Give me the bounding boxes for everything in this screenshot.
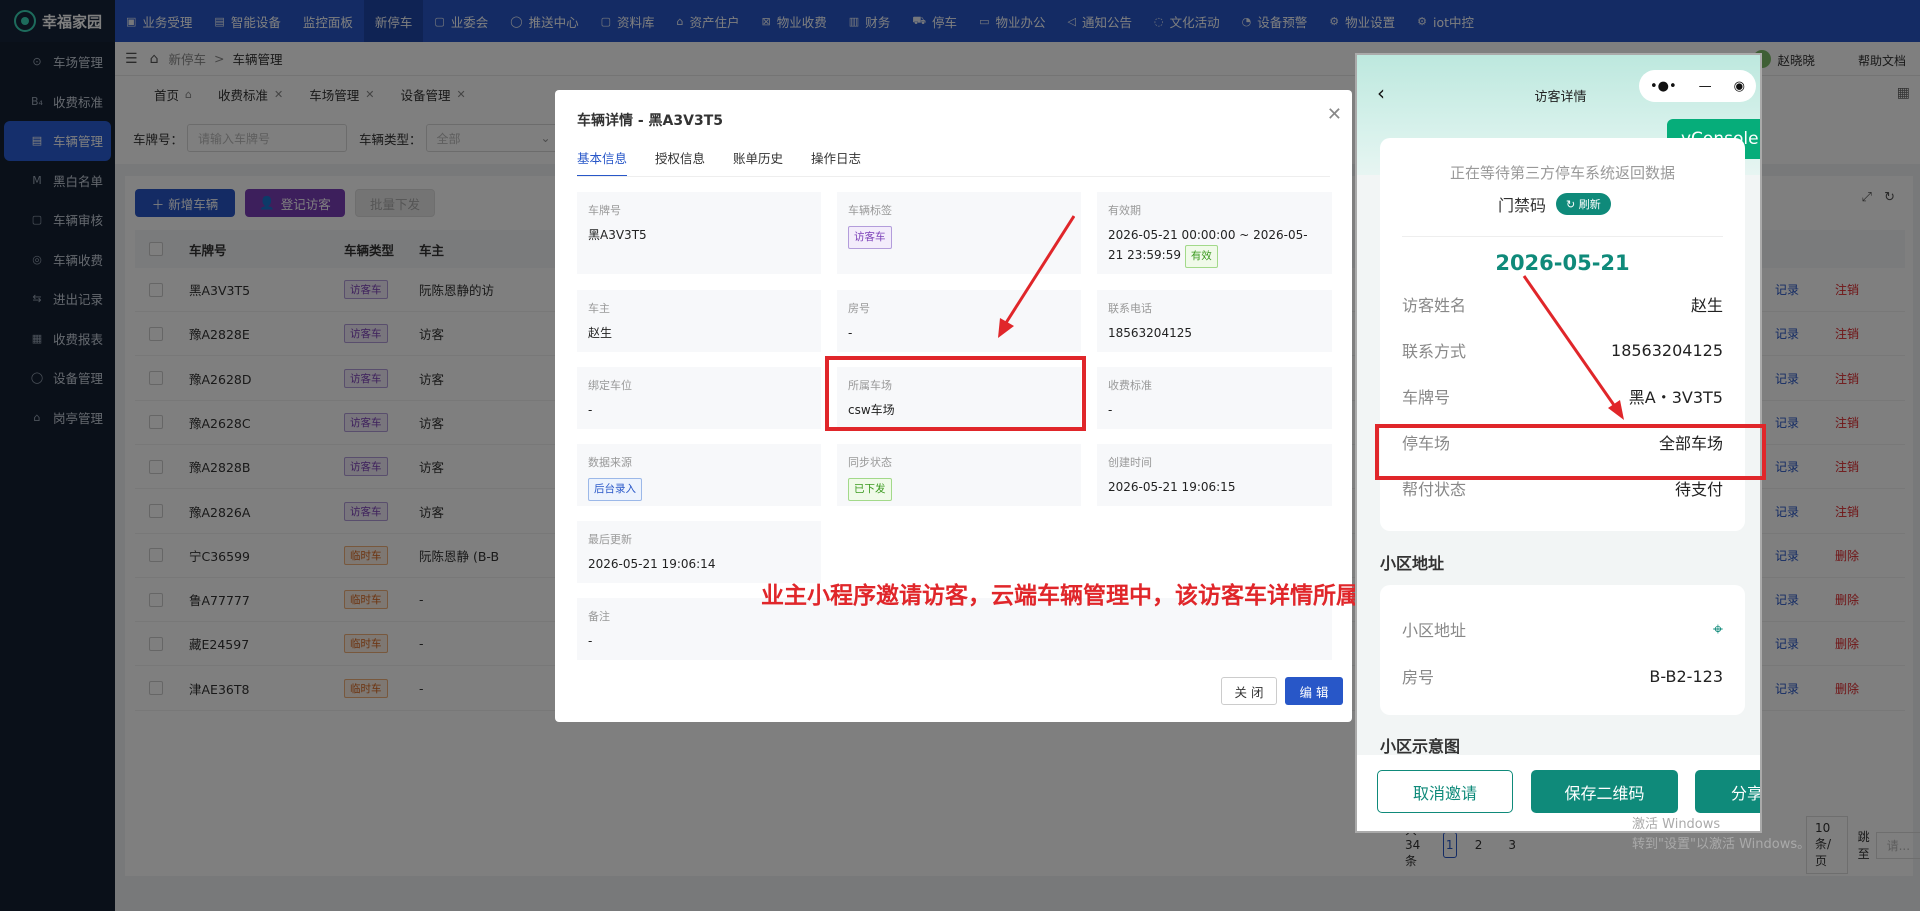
field-value: 2026-05-21 19:06:15 bbox=[1108, 480, 1236, 494]
modal-tab-0[interactable]: 基本信息 bbox=[577, 148, 628, 177]
field-value: 18563204125 bbox=[1108, 326, 1192, 340]
field-label: 绑定车位 bbox=[588, 379, 632, 392]
section-map-title: 小区示意图 bbox=[1380, 737, 1461, 756]
modal-title: 车辆详情 - 黑A3V3T5 bbox=[577, 113, 724, 129]
field-updated: 最后更新 2026-05-21 19:06:14 bbox=[577, 521, 821, 583]
field-label: 同步状态 bbox=[848, 456, 892, 469]
field-label: 数据来源 bbox=[588, 456, 632, 469]
field-label: 车主 bbox=[588, 302, 610, 315]
field-value: - bbox=[588, 403, 593, 417]
field-valid: 有效期 2026-05-21 00:00:00 ~ 2026-05-21 23:… bbox=[1097, 192, 1332, 274]
field-label: 创建时间 bbox=[1108, 456, 1152, 469]
source-tag: 后台录入 bbox=[588, 478, 642, 501]
minimize-icon[interactable]: — bbox=[1699, 79, 1712, 94]
field-plate: 车牌号 黑A3V3T5 bbox=[577, 192, 821, 274]
capsule-menu: •●• — ◉ bbox=[1639, 70, 1756, 102]
modal-close-button[interactable]: 关 闭 bbox=[1221, 677, 1277, 705]
more-icon[interactable]: •●• bbox=[1650, 79, 1677, 94]
room-value: B-B2-123 bbox=[1649, 666, 1723, 686]
info-label: 车牌号 bbox=[1402, 388, 1451, 407]
modal-edit-button[interactable]: 编 辑 bbox=[1285, 677, 1343, 705]
refresh-label: 刷新 bbox=[1578, 198, 1601, 211]
divider bbox=[577, 176, 1330, 177]
visitor-tag: 访客车 bbox=[848, 226, 892, 249]
close-icon[interactable]: ✕ bbox=[1327, 104, 1342, 125]
modal-tabs: 基本信息 授权信息 账单历史 操作日志 bbox=[577, 148, 889, 177]
info-label: 访客姓名 bbox=[1402, 296, 1467, 315]
field-created: 创建时间 2026-05-21 19:06:15 bbox=[1097, 444, 1332, 506]
modal-tab-3[interactable]: 操作日志 bbox=[811, 148, 861, 177]
field-owner: 车主 赵生 bbox=[577, 290, 821, 352]
windows-watermark: 激活 Windows 转到"设置"以激活 Windows。 bbox=[1632, 815, 1810, 855]
watermark-line1: 激活 Windows bbox=[1632, 817, 1721, 832]
sync-tag: 已下发 bbox=[848, 478, 892, 501]
refresh-button[interactable]: ↻ 刷新 bbox=[1556, 193, 1611, 215]
save-qr-button[interactable]: 保存二维码 bbox=[1531, 770, 1678, 813]
modal-tab-2[interactable]: 账单历史 bbox=[733, 148, 783, 177]
refresh-icon: ↻ bbox=[1566, 198, 1576, 211]
field-sync: 同步状态 已下发 bbox=[837, 444, 1081, 506]
cancel-invite-button[interactable]: 取消邀请 bbox=[1377, 770, 1513, 813]
door-code-label: 门禁码 bbox=[1498, 196, 1547, 215]
address-card: 小区地址 ⌖ 房号 B-B2-123 bbox=[1380, 585, 1745, 715]
location-pin-icon[interactable]: ⌖ bbox=[1713, 619, 1723, 640]
info-label: 联系方式 bbox=[1402, 342, 1467, 361]
modal-tab-1[interactable]: 授权信息 bbox=[655, 148, 705, 177]
highlight-box-parking bbox=[1375, 424, 1766, 480]
watermark-line2: 转到"设置"以激活 Windows。 bbox=[1632, 837, 1811, 852]
field-value: - bbox=[1108, 403, 1113, 417]
field-fee: 收费标准 - bbox=[1097, 367, 1332, 429]
info-value: 黑A・3V3T5 bbox=[1628, 388, 1723, 407]
valid-badge: 有效 bbox=[1184, 245, 1218, 268]
room-label: 房号 bbox=[1402, 668, 1435, 687]
info-value: 赵生 bbox=[1690, 296, 1723, 315]
field-label: 备注 bbox=[588, 610, 610, 623]
field-label: 最后更新 bbox=[588, 533, 632, 546]
divider bbox=[1402, 236, 1723, 237]
section-address-title: 小区地址 bbox=[1380, 554, 1445, 573]
field-label: 收费标准 bbox=[1108, 379, 1152, 392]
highlight-box-lot bbox=[825, 356, 1086, 431]
field-label: 联系电话 bbox=[1108, 302, 1152, 315]
close-target-icon[interactable]: ◉ bbox=[1734, 79, 1745, 94]
address-label: 小区地址 bbox=[1402, 621, 1467, 640]
field-label: 有效期 bbox=[1108, 204, 1141, 217]
field-value: 黑A3V3T5 bbox=[588, 228, 647, 242]
field-value: 2026-05-21 19:06:14 bbox=[588, 557, 716, 571]
field-bind: 绑定车位 - bbox=[577, 367, 821, 429]
share-button[interactable]: 分享 bbox=[1695, 770, 1760, 813]
arrow-icon bbox=[998, 215, 1075, 338]
field-phone: 联系电话 18563204125 bbox=[1097, 290, 1332, 352]
field-label: 车牌号 bbox=[588, 204, 621, 217]
field-source: 数据来源 后台录入 bbox=[577, 444, 821, 506]
waiting-text: 正在等待第三方停车系统返回数据 bbox=[1449, 164, 1675, 182]
arrow-icon bbox=[1522, 275, 1624, 420]
field-value: - bbox=[588, 634, 593, 648]
field-value: 赵生 bbox=[588, 326, 613, 340]
